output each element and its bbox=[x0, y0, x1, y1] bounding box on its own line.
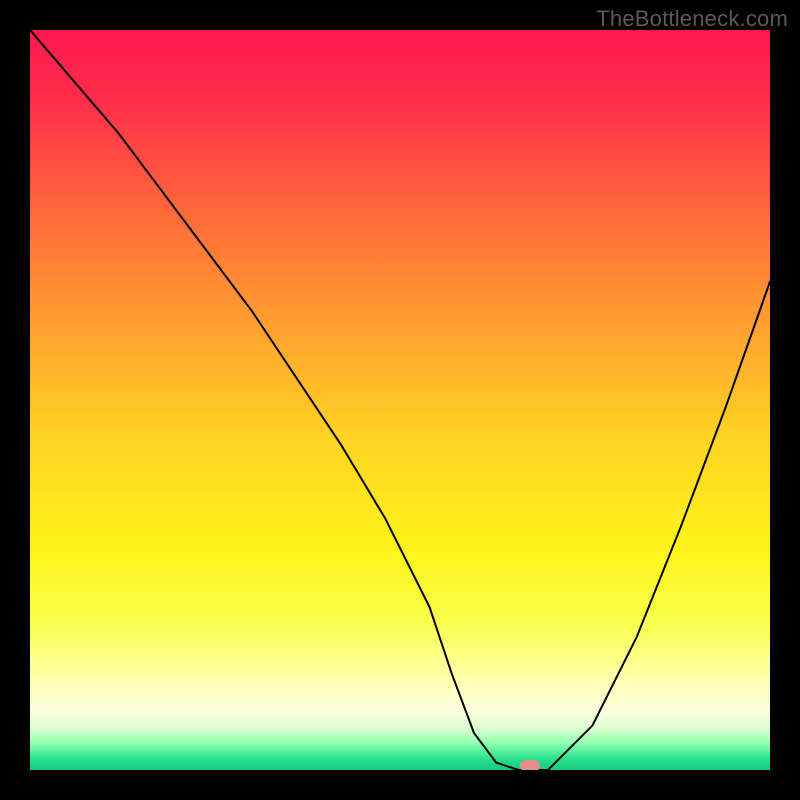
chart-frame: TheBottleneck.com bbox=[0, 0, 800, 800]
watermark-text: TheBottleneck.com bbox=[596, 6, 788, 32]
bottleneck-curve bbox=[30, 30, 770, 770]
plot-area bbox=[30, 30, 770, 770]
optimal-marker bbox=[520, 760, 540, 770]
